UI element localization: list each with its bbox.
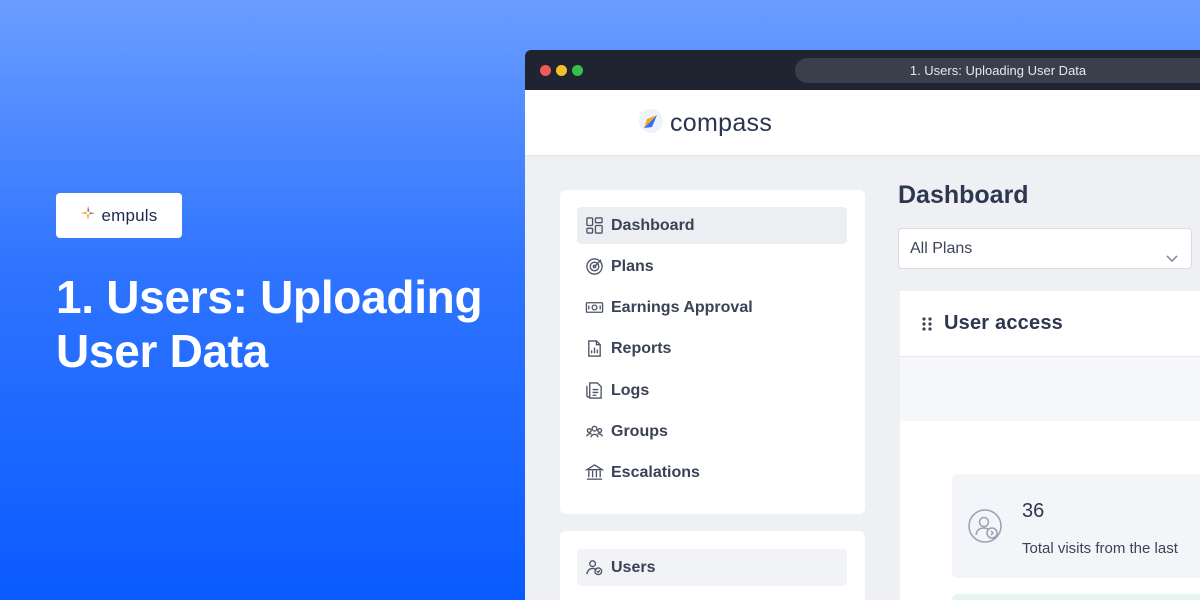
drag-handle-icon[interactable] <box>920 316 934 332</box>
users-icon <box>584 558 604 578</box>
sidebar-item-groups[interactable]: Groups <box>577 413 847 450</box>
stat-value: 36 <box>1022 500 1045 522</box>
compass-logo[interactable]: compass <box>638 108 772 139</box>
widget-toolbar-band <box>900 357 1200 421</box>
stat-label: Total visits from the last <box>1022 540 1178 557</box>
minimize-window-button[interactable] <box>556 65 567 76</box>
page-title: Dashboard <box>898 181 1029 209</box>
sidebar-item-label: Earnings Approval <box>611 298 753 316</box>
empuls-logo-card: empuls <box>56 193 182 238</box>
bank-icon <box>584 463 604 483</box>
widget-title: User access <box>944 312 1063 334</box>
close-window-button[interactable] <box>540 65 551 76</box>
sidebar-item-users[interactable]: Users <box>577 549 847 586</box>
sidebar-item-plans[interactable]: Plans <box>577 248 847 285</box>
sidebar-item-label: Groups <box>611 422 668 440</box>
sidebar-item-label: Users <box>611 558 656 576</box>
browser-titlebar: 1. Users: Uploading User Data <box>525 50 1200 90</box>
plan-filter-select[interactable]: All Plans <box>898 228 1192 269</box>
plan-filter-value: All Plans <box>910 240 973 257</box>
sidebar-item-logs[interactable]: Logs <box>577 372 847 409</box>
visits-stat-card: 36 Total visits from the last <box>952 474 1200 578</box>
sidebar-item-label: Plans <box>611 257 654 275</box>
sidebar-item-earnings-approval[interactable]: Earnings Approval <box>577 289 847 326</box>
groups-icon <box>584 422 604 442</box>
maximize-window-button[interactable] <box>572 65 583 76</box>
sidebar-item-reports[interactable]: Reports <box>577 330 847 367</box>
money-icon <box>584 298 604 318</box>
hero-title: 1. Users: Uploading User Data <box>56 271 483 377</box>
logs-icon <box>584 381 604 401</box>
dashboard-icon <box>584 216 604 236</box>
chevron-down-icon <box>1165 241 1179 280</box>
sidebar-nav: Dashboard Plans Earnings Approval Report… <box>560 190 865 514</box>
report-icon <box>584 339 604 359</box>
app-header: compass <box>525 90 1200 156</box>
empuls-brand-text: empuls <box>101 205 158 225</box>
user-access-widget: User access 36 Total visits from the las… <box>900 291 1200 600</box>
compass-logo-icon <box>638 108 664 139</box>
sidebar-item-escalations[interactable]: Escalations <box>577 454 847 491</box>
sidebar-secondary-nav: Users <box>560 531 865 600</box>
user-visit-icon <box>968 509 1004 550</box>
sidebar-item-dashboard[interactable]: Dashboard <box>577 207 847 244</box>
sidebar-item-label: Reports <box>611 339 672 357</box>
sidebar-item-label: Escalations <box>611 463 700 481</box>
sidebar-item-label: Dashboard <box>611 216 695 234</box>
empuls-logo-icon <box>80 205 96 226</box>
compass-brand-name: compass <box>670 109 773 137</box>
widget-header: User access <box>900 291 1200 357</box>
target-icon <box>584 257 604 277</box>
browser-window: 1. Users: Uploading User Data compass Da… <box>525 50 1200 600</box>
address-bar[interactable]: 1. Users: Uploading User Data <box>795 58 1200 83</box>
next-stat-card <box>952 594 1200 600</box>
sidebar-item-label: Logs <box>611 381 650 399</box>
